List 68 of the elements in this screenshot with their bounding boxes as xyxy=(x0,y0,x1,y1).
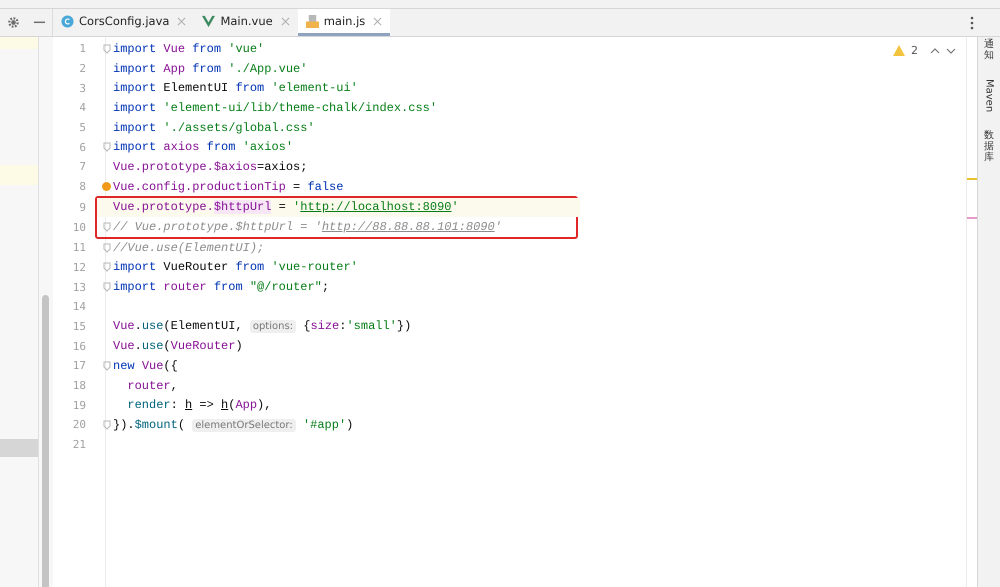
scrollbar-thumb[interactable] xyxy=(42,295,49,587)
tool-window-button[interactable]: Maven xyxy=(984,79,994,112)
line-number: 9 xyxy=(78,200,86,214)
line-number: 8 xyxy=(78,180,86,194)
line-number: 11 xyxy=(72,241,86,254)
line-number: 18 xyxy=(72,379,86,392)
line-number: 14 xyxy=(72,300,86,314)
line-number: 1 xyxy=(78,42,86,56)
line-number: 6 xyxy=(78,140,86,154)
code-line: import axios from 'axios' xyxy=(113,140,294,154)
fold-icon[interactable] xyxy=(103,360,111,371)
line-number: 3 xyxy=(78,82,86,95)
tool-window-button[interactable]: 数据库 xyxy=(984,130,994,164)
code-line: new Vue({ xyxy=(113,358,178,373)
line-number: 16 xyxy=(72,340,86,353)
settings-icon[interactable] xyxy=(6,16,20,29)
line-number: 7 xyxy=(78,160,86,174)
close-icon[interactable] xyxy=(373,16,382,26)
editor-tab[interactable]: CorsConfig.java xyxy=(53,9,194,36)
line-number: 21 xyxy=(72,438,86,452)
line-number: 10 xyxy=(72,220,86,234)
bulb-icon[interactable] xyxy=(102,182,111,192)
warning-count[interactable]: 2 xyxy=(911,44,918,57)
fold-icon[interactable] xyxy=(103,142,111,152)
code-line: router, xyxy=(126,378,178,393)
line-number: 4 xyxy=(78,101,86,114)
editor-tab[interactable]: Main.vue xyxy=(194,9,298,36)
warning-icon[interactable] xyxy=(893,45,905,56)
vue-icon xyxy=(202,14,216,28)
fold-icon[interactable] xyxy=(103,242,111,253)
fold-icon[interactable] xyxy=(103,282,111,292)
code-line: import './assets/global.css' xyxy=(113,120,315,135)
line-number: 2 xyxy=(78,62,86,76)
fold-icon[interactable] xyxy=(103,420,111,430)
code-line: //Vue.use(ElementUI); xyxy=(113,240,264,255)
line-number: 13 xyxy=(72,280,86,294)
code-line: import router from "@/router"; xyxy=(113,280,330,294)
code-line: Vue.prototype.$httpUrl = 'http://localhost:8090' xyxy=(113,200,459,214)
code-line: import Vue from 'vue' xyxy=(113,42,264,56)
close-icon[interactable] xyxy=(177,16,186,26)
code-line: import App from './App.vue' xyxy=(113,62,308,76)
code-line: Vue.prototype.$axios=axios; xyxy=(113,160,308,174)
code-line: render: h => h(App), xyxy=(126,398,272,412)
code-line: import VueRouter from 'vue-router' xyxy=(113,260,358,274)
code-line: Vue.config.productionTip = false xyxy=(113,180,344,194)
chevron-down-icon[interactable] xyxy=(946,48,956,54)
code-line: Vue.use(ElementUI, options: {size:'small'}) xyxy=(113,319,412,334)
code-line: // Vue.prototype.$httpUrl = 'http://88.88.88.101:8090' xyxy=(113,220,502,234)
code-line: import 'element-ui/lib/theme-chalk/index.css' xyxy=(113,100,438,115)
line-number: 12 xyxy=(72,260,86,274)
chevron-up-icon[interactable] xyxy=(930,48,940,54)
tool-window-button[interactable]: 通知 xyxy=(984,39,994,61)
line-number: 17 xyxy=(72,359,86,372)
js-file-icon xyxy=(306,14,319,28)
fold-icon[interactable] xyxy=(103,222,111,232)
code-line: }).$mount( elementOrSelector: '#app') xyxy=(113,418,354,432)
editor-tab[interactable]: main.js xyxy=(298,9,390,36)
code-line: Vue.use(VueRouter) xyxy=(113,339,243,354)
line-number: 20 xyxy=(72,418,86,432)
fold-icon[interactable] xyxy=(103,262,111,272)
line-number: 19 xyxy=(72,398,86,412)
line-number: 5 xyxy=(78,121,86,134)
close-icon[interactable] xyxy=(280,16,290,26)
fold-icon[interactable] xyxy=(103,44,111,54)
class-icon xyxy=(61,14,74,28)
line-number: 15 xyxy=(72,320,86,333)
more-icon[interactable] xyxy=(970,16,974,30)
code-line: import ElementUI from 'element-ui' xyxy=(113,81,358,96)
